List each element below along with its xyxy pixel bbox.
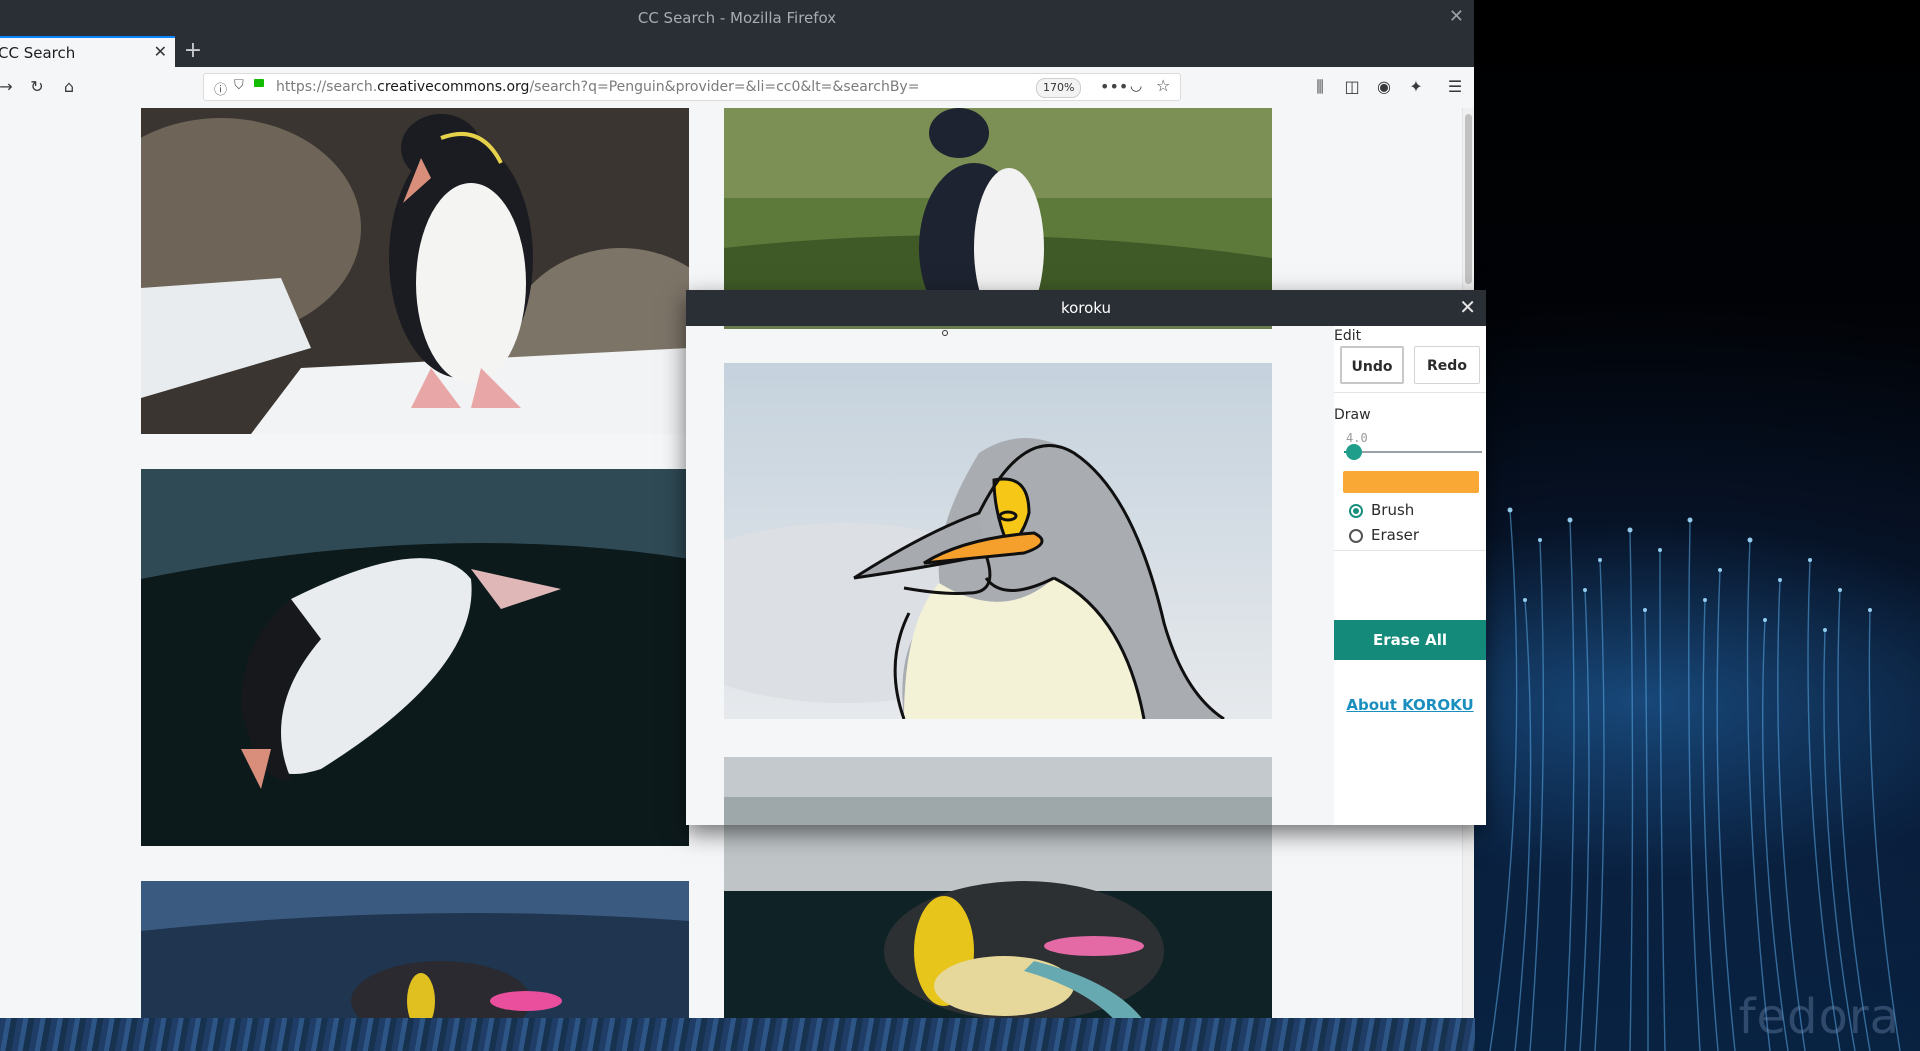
koroku-title: koroku [1060, 299, 1112, 317]
extension-icon[interactable]: ✦ [1406, 77, 1426, 97]
tab-cc-search[interactable]: CC Search ✕ [0, 36, 175, 67]
library-icon[interactable]: ⫼ [1310, 77, 1330, 97]
brush-radio-label: Brush [1371, 501, 1415, 519]
brush-size-slider[interactable] [1344, 451, 1482, 453]
eraser-radio-indicator [1349, 529, 1363, 543]
draw-section-label: Draw [1334, 407, 1371, 423]
tab-label: CC Search [0, 44, 76, 62]
fiber-optics-art [1489, 507, 1901, 1051]
back-icon[interactable]: → [0, 77, 16, 97]
brush-size-value: 4.0 [1346, 431, 1368, 445]
underlying-image-edge [724, 326, 1272, 329]
result-image-swimming-penguin[interactable] [141, 881, 689, 1018]
about-koroku-link[interactable]: About KOROKU [1334, 696, 1486, 714]
pocket-icon[interactable]: ◡ [1130, 78, 1142, 94]
koroku-window: koroku ✕ Edit Undo Redo Draw 4.0 Brush E… [686, 290, 1486, 825]
redo-button[interactable]: Redo [1414, 346, 1480, 384]
menu-icon[interactable]: ☰ [1445, 77, 1465, 97]
lower-image-preview [724, 757, 1272, 825]
firefox-titlebar: CC Search - Mozilla Firefox ✕ [0, 0, 1474, 36]
navigation-toolbar: → ↻ ⌂ ⓘ ⛉ https://search.creativecommons… [0, 67, 1474, 109]
brush-size-slider-knob[interactable] [1345, 444, 1362, 460]
annotated-penguin-image[interactable] [724, 363, 1272, 719]
edit-section-label: Edit [1334, 328, 1362, 344]
close-icon[interactable]: ✕ [154, 42, 167, 61]
account-icon[interactable]: ◉ [1374, 77, 1394, 97]
brush-color-swatch[interactable] [1343, 471, 1479, 493]
new-tab-icon[interactable]: + [180, 39, 206, 63]
divider [1334, 392, 1486, 393]
zoom-indicator[interactable]: 170% [1036, 78, 1082, 98]
sidebar-icon[interactable]: ◫ [1342, 77, 1362, 97]
url-path: /search?q=Penguin&provider=&li=cc0&lt=&s… [529, 79, 920, 95]
url-domain: creativecommons.org [377, 79, 530, 95]
scrollbar-thumb[interactable] [1465, 114, 1472, 284]
brush-cursor [942, 330, 948, 336]
lock-icon [254, 79, 264, 87]
more-icon[interactable]: ••• [1100, 77, 1128, 96]
window-title: CC Search - Mozilla Firefox [637, 9, 837, 27]
koroku-titlebar: koroku ✕ [686, 290, 1486, 326]
result-image-rockhopper[interactable] [141, 108, 689, 434]
bookmark-star-icon[interactable]: ☆ [1156, 76, 1170, 95]
url-bar[interactable]: ⓘ ⛉ https://search.creativecommons.org/s… [203, 73, 1181, 101]
erase-all-button[interactable]: Erase All [1334, 620, 1486, 660]
divider [1334, 550, 1486, 551]
url-text[interactable]: https://search.creativecommons.org/searc… [276, 79, 919, 95]
tab-strip: CC Search ✕ + [0, 36, 1474, 67]
eraser-radio[interactable]: Eraser [1349, 526, 1419, 544]
shield-icon[interactable]: ⛉ [234, 78, 244, 93]
close-icon[interactable]: ✕ [1449, 6, 1464, 27]
drawing-canvas[interactable] [686, 326, 1334, 825]
tool-panel: Edit Undo Redo Draw 4.0 Brush Eraser Era… [1334, 326, 1486, 825]
brush-radio[interactable]: Brush [1349, 501, 1414, 519]
info-icon[interactable]: ⓘ [214, 79, 227, 98]
brush-radio-indicator [1349, 504, 1363, 518]
undo-button[interactable]: Undo [1340, 346, 1404, 384]
result-image-diving-penguin[interactable] [141, 469, 689, 846]
url-prefix: https://search. [276, 79, 378, 95]
close-icon[interactable]: ✕ [1459, 295, 1476, 319]
wallpaper-strip [0, 1018, 1475, 1051]
fedora-watermark: fedora [1738, 989, 1900, 1045]
result-image-king-penguin-underwater[interactable] [724, 821, 1272, 1018]
eraser-radio-label: Eraser [1371, 526, 1420, 544]
reload-icon[interactable]: ↻ [27, 77, 47, 97]
home-icon[interactable]: ⌂ [59, 77, 79, 97]
